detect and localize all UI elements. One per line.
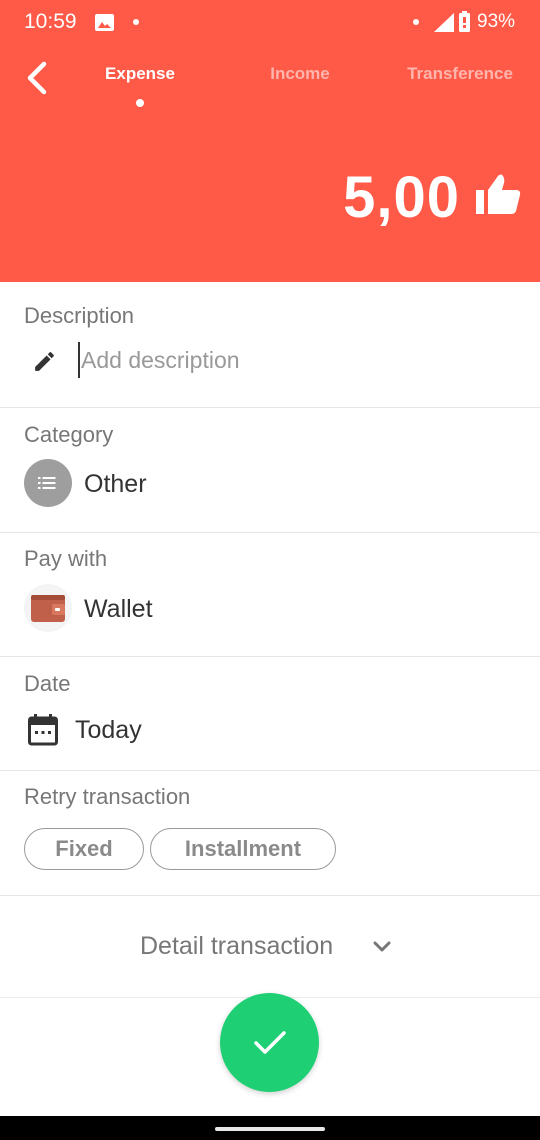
installment-option-button[interactable]: Installment <box>150 828 336 870</box>
status-time: 10:59 <box>24 10 77 33</box>
status-dot <box>413 19 419 25</box>
date-section[interactable]: Date Today <box>0 657 540 771</box>
category-icon-circle <box>24 459 72 507</box>
list-icon <box>38 477 56 489</box>
amount-value[interactable]: 5,00 <box>343 164 460 231</box>
battery-icon <box>459 11 470 32</box>
category-section[interactable]: Category Other <box>0 408 540 533</box>
wallet-icon <box>31 595 65 622</box>
battery-percentage: 93% <box>477 11 516 32</box>
detail-transaction-toggle[interactable]: Detail transaction <box>0 896 540 998</box>
date-label: Date <box>24 671 71 696</box>
status-bar: 10:59 93% <box>0 0 540 46</box>
description-section: Description <box>0 282 540 408</box>
calendar-icon <box>28 714 58 746</box>
description-label: Description <box>24 303 135 328</box>
confirm-button[interactable] <box>220 993 319 1092</box>
pay-with-value: Wallet <box>84 595 153 623</box>
detail-transaction-label: Detail transaction <box>140 932 334 960</box>
header: 10:59 93% Expense Income Transference 5,… <box>0 0 540 282</box>
system-navigation-bar <box>0 1116 540 1140</box>
tab-income[interactable]: Income <box>262 64 338 84</box>
pencil-icon <box>35 352 54 371</box>
tab-transference[interactable]: Transference <box>398 64 522 84</box>
thumbs-up-icon[interactable] <box>474 172 522 216</box>
retry-label: Retry transaction <box>24 784 191 809</box>
image-icon <box>95 14 114 31</box>
date-value: Today <box>75 716 142 744</box>
category-value: Other <box>84 470 147 498</box>
home-gesture-pill[interactable] <box>215 1127 325 1131</box>
signal-icon <box>434 13 454 32</box>
active-tab-indicator <box>136 99 144 107</box>
fixed-option-button[interactable]: Fixed <box>24 828 144 870</box>
retry-section: Retry transaction Fixed Installment <box>0 771 540 896</box>
check-icon <box>253 1030 286 1054</box>
description-input[interactable] <box>78 342 498 378</box>
wallet-icon-circle <box>24 584 72 632</box>
back-arrow-icon[interactable] <box>20 58 52 98</box>
tab-expense[interactable]: Expense <box>98 64 182 84</box>
pay-with-label: Pay with <box>24 546 108 571</box>
chevron-down-icon <box>373 941 391 952</box>
category-label: Category <box>24 422 114 447</box>
pay-with-section[interactable]: Pay with Wallet <box>0 533 540 657</box>
notification-dot <box>133 19 139 25</box>
